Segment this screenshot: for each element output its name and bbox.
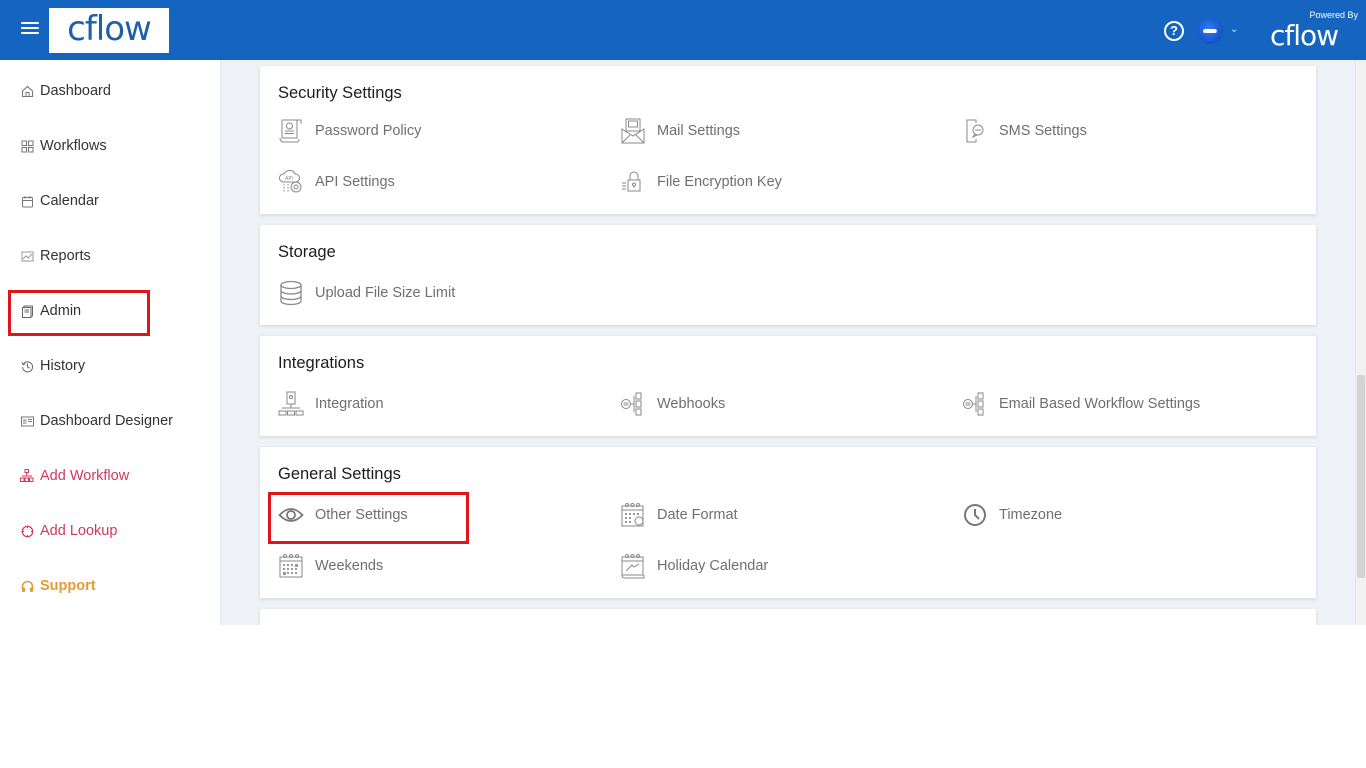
sidebar-item-history[interactable]: History (20, 354, 85, 378)
sidebar-item-label: Dashboard Designer (40, 413, 173, 429)
sidebar-item-label: Add Workflow (40, 468, 130, 484)
sidebar-item-label: Support (40, 578, 96, 594)
setting-label: Integration (315, 396, 384, 412)
next-section-card (260, 609, 1316, 625)
storage-card: Storage Upload File Size Limit (260, 225, 1316, 325)
logo-text: cflow (67, 8, 152, 49)
setting-label: File Encryption Key (657, 174, 782, 190)
holiday-calendar-link[interactable]: Holiday Calendar (620, 551, 768, 581)
sidebar-item-reports[interactable]: Reports (20, 244, 91, 268)
section-title: Storage (278, 243, 336, 261)
sidebar-item-calendar[interactable]: Calendar (20, 189, 99, 213)
file-encryption-key-link[interactable]: File Encryption Key (620, 167, 782, 197)
date-format-icon (620, 502, 646, 528)
sidebar-item-label: Reports (40, 248, 91, 264)
sidebar-item-dashboard-designer[interactable]: Dashboard Designer (20, 409, 173, 433)
setting-label: Date Format (657, 507, 738, 523)
webhooks-icon (620, 391, 646, 417)
setting-label: Weekends (315, 558, 384, 574)
integrations-card: Integrations Integration Webhooks Email … (260, 336, 1316, 436)
integration-link[interactable]: Integration (278, 389, 384, 419)
sidebar-item-label: Dashboard (40, 83, 111, 99)
sidebar-item-label: Add Lookup (40, 523, 118, 539)
email-workflow-icon (962, 391, 988, 417)
timezone-link[interactable]: Timezone (962, 500, 1062, 530)
weekends-icon (278, 553, 304, 579)
add-lookup-icon (20, 524, 34, 538)
setting-label: Timezone (999, 507, 1063, 523)
email-based-workflow-settings-link[interactable]: Email Based Workflow Settings (962, 389, 1200, 419)
sidebar-item-workflows[interactable]: Workflows (20, 134, 107, 158)
grid-icon (20, 139, 34, 153)
upload-file-size-limit-link[interactable]: Upload File Size Limit (278, 278, 455, 308)
powered-by-brand: cflow (1270, 19, 1339, 52)
menu-icon[interactable] (21, 22, 39, 36)
setting-label: Webhooks (657, 396, 726, 412)
weekends-link[interactable]: Weekends (278, 551, 383, 581)
other-settings-link[interactable]: Other Settings (278, 500, 408, 530)
api-icon: API (278, 169, 304, 195)
sidebar-item-dashboard[interactable]: Dashboard (20, 79, 111, 103)
lock-icon (620, 169, 646, 195)
api-settings-link[interactable]: API API Settings (278, 167, 395, 197)
section-title: General Settings (278, 465, 401, 483)
admin-settings-panel: Security Settings Password Policy Mail S… (221, 60, 1355, 625)
date-format-link[interactable]: Date Format (620, 500, 738, 530)
svg-text:API: API (285, 176, 293, 182)
eye-icon (278, 502, 304, 528)
admin-icon (20, 304, 34, 318)
setting-label: SMS Settings (999, 123, 1087, 139)
setting-label: Mail Settings (657, 123, 741, 139)
calendar-icon (20, 194, 34, 208)
history-icon (20, 359, 34, 373)
setting-label: Holiday Calendar (657, 558, 769, 574)
password-policy-icon (278, 118, 304, 144)
chevron-down-icon[interactable]: ⌄ (1230, 24, 1238, 35)
general-settings-card: General Settings Other Settings Date For… (260, 447, 1316, 598)
setting-label: Upload File Size Limit (315, 285, 456, 301)
main-scrollbar[interactable] (1355, 60, 1366, 625)
help-icon[interactable]: ? (1164, 21, 1184, 41)
sms-icon (962, 118, 988, 144)
sidebar-item-support[interactable]: Support (20, 574, 96, 598)
sms-settings-link[interactable]: SMS Settings (962, 116, 1087, 146)
mail-settings-link[interactable]: Mail Settings (620, 116, 740, 146)
sidebar: Dashboard Workflows Calendar Reports Adm… (0, 60, 221, 625)
section-title: Integrations (278, 354, 365, 372)
top-navbar: cflow ? ⌄ Powered By cflow (0, 0, 1366, 60)
headset-icon (20, 579, 34, 593)
sidebar-item-admin[interactable]: Admin (20, 299, 81, 323)
database-icon (278, 280, 304, 306)
sidebar-item-add-workflow[interactable]: Add Workflow (20, 464, 129, 488)
setting-label: Other Settings (315, 507, 408, 523)
clock-icon (962, 502, 988, 528)
setting-label: API Settings (315, 174, 395, 190)
setting-label: Email Based Workflow Settings (999, 396, 1201, 412)
security-settings-card: Security Settings Password Policy Mail S… (260, 66, 1316, 214)
sidebar-item-label: Admin (40, 303, 82, 319)
mail-icon (620, 118, 646, 144)
scrollbar-thumb[interactable] (1357, 375, 1365, 578)
app-logo[interactable]: cflow (49, 8, 169, 53)
reports-icon (20, 249, 34, 263)
sidebar-item-add-lookup[interactable]: Add Lookup (20, 519, 117, 543)
setting-label: Password Policy (315, 123, 422, 139)
home-icon (20, 84, 34, 98)
user-avatar[interactable] (1197, 18, 1223, 44)
sidebar-item-label: Calendar (40, 193, 99, 209)
dashboard-designer-icon (20, 414, 34, 428)
sidebar-item-label: History (40, 358, 86, 374)
holiday-calendar-icon (620, 553, 646, 579)
password-policy-link[interactable]: Password Policy (278, 116, 421, 146)
webhooks-link[interactable]: Webhooks (620, 389, 725, 419)
add-workflow-icon (20, 469, 34, 483)
section-title: Security Settings (278, 84, 402, 102)
integration-icon (278, 391, 304, 417)
powered-by-logo: Powered By cflow (1270, 8, 1362, 54)
sidebar-item-label: Workflows (40, 138, 107, 154)
